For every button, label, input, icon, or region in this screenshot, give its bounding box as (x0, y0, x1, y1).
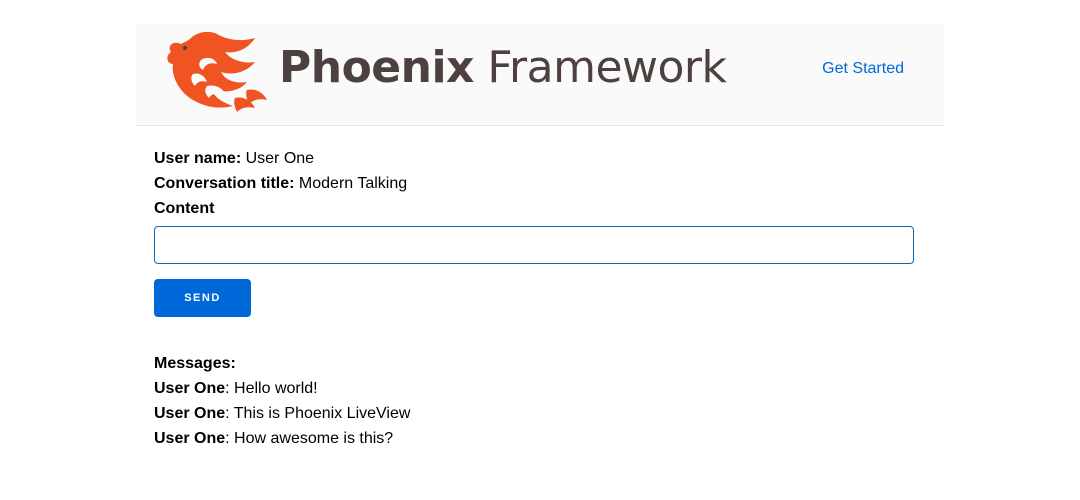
content-label-row: Content (154, 196, 924, 221)
message-author: User One (154, 405, 226, 422)
message-item: User One: This is Phoenix LiveView (154, 401, 914, 426)
messages-heading: Messages: (154, 351, 914, 376)
chat-form: User name: User One Conversation title: … (154, 146, 924, 447)
messages-heading-text: Messages: (154, 355, 236, 372)
logo-wordmark: Phoenix Framework (279, 40, 727, 96)
send-button[interactable]: Send (154, 279, 251, 317)
message-author: User One (154, 430, 226, 447)
message-text: : Hello world! (225, 380, 318, 397)
site-header: Phoenix Framework Get Started (136, 24, 944, 126)
message-author: User One (154, 380, 226, 397)
message-text: : This is Phoenix LiveView (225, 405, 411, 422)
messages-list: Messages: User One: Hello world! User On… (154, 351, 914, 451)
logo-wordmark-light: Framework (473, 42, 727, 93)
get-started-link[interactable]: Get Started (822, 60, 904, 78)
conversation-title-value: Modern Talking (294, 175, 408, 192)
conversation-title-label: Conversation title: (154, 175, 295, 192)
content-label: Content (154, 200, 215, 217)
phoenix-bird-icon (167, 31, 267, 112)
conversation-title-row: Conversation title: Modern Talking (154, 171, 924, 196)
user-name-row: User name: User One (154, 146, 924, 171)
content-input[interactable] (154, 226, 914, 264)
phoenix-logo[interactable]: Phoenix Framework (163, 30, 727, 114)
message-text: : How awesome is this? (225, 430, 394, 447)
logo-wordmark-bold: Phoenix (279, 42, 474, 93)
user-name-value: User One (241, 150, 315, 167)
user-name-label: User name: (154, 150, 242, 167)
message-item: User One: Hello world! (154, 376, 914, 401)
message-item: User One: How awesome is this? (154, 426, 914, 451)
